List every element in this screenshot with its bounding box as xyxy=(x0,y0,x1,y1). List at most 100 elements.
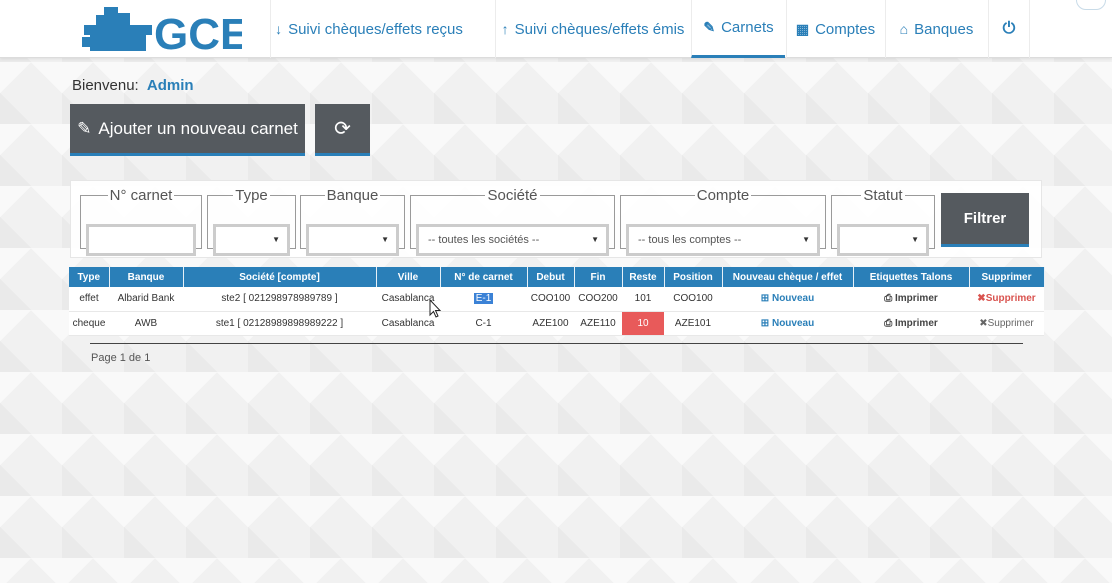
table-row[interactable]: effet Albarid Bank ste2 [ 02129897898978… xyxy=(69,287,1044,312)
book-icon: ✎ xyxy=(703,19,716,35)
nav-comptes[interactable]: ▦ Comptes xyxy=(786,0,884,58)
print-link[interactable]: ⎙ Imprimer xyxy=(884,318,938,329)
add-carnet-label: Ajouter un nouveau carnet xyxy=(98,118,298,138)
new-cheque-label: Nouveau xyxy=(771,317,815,329)
delete-label: Supprimer xyxy=(987,317,1034,329)
refresh-button[interactable]: ⟳ xyxy=(315,104,370,156)
cell-reste: 101 xyxy=(622,287,664,312)
col-header: Nouveau chèque / effet xyxy=(722,267,854,287)
nav-banques[interactable]: ⌂ Banques xyxy=(885,0,987,58)
cell-imprimer: ⎙ Imprimer xyxy=(853,311,969,336)
cell-type: cheque xyxy=(69,311,109,336)
col-header[interactable]: Position xyxy=(664,267,723,287)
table-divider xyxy=(90,343,1023,344)
cell-debut: AZE100 xyxy=(527,311,574,336)
filter-type: Type xyxy=(207,187,296,256)
col-header[interactable]: Reste xyxy=(622,267,665,287)
filter-statut-legend: Statut xyxy=(863,187,903,204)
banque-select[interactable] xyxy=(306,224,399,256)
cell-supprimer: ✖Supprimer xyxy=(969,311,1044,336)
print-icon: ⎙ xyxy=(884,317,895,329)
new-cheque-link[interactable]: ⊞ Nouveau xyxy=(761,318,814,329)
nav-suivi-recus[interactable]: ↓ Suivi chèques/effets reçus xyxy=(270,0,467,58)
cell-carnet: C-1 xyxy=(440,311,527,336)
statut-select[interactable] xyxy=(837,224,929,256)
cell-carnet: E-1 xyxy=(440,287,527,312)
filter-type-legend: Type xyxy=(235,187,268,204)
arrow-down-icon: ↓ xyxy=(275,21,283,37)
filter-societe: Société -- toutes les sociétés -- xyxy=(410,187,615,256)
carnets-table: Type Banque Société [compte] Ville N° de… xyxy=(69,267,1045,336)
filter-banque: Banque xyxy=(300,187,405,256)
cell-debut: COO100 xyxy=(527,287,574,312)
filter-carnet-legend: N° carnet xyxy=(109,187,173,204)
nav-label: Suivi chèques/effets émis xyxy=(514,20,685,38)
power-icon: ⏻ xyxy=(1002,20,1016,37)
close-icon: ✖ xyxy=(977,293,986,305)
cell-societe: ste2 [ 021298978989789 ] xyxy=(183,287,376,312)
col-header[interactable]: N° de carnet xyxy=(440,267,528,287)
cell-banque: AWB xyxy=(109,311,183,336)
cell-banque: Albarid Bank xyxy=(109,287,183,312)
col-header[interactable]: Ville xyxy=(376,267,441,287)
arrow-up-icon: ↑ xyxy=(501,21,509,37)
print-label: Imprimer xyxy=(894,293,938,305)
filter-carnet: N° carnet xyxy=(80,187,202,256)
type-select[interactable] xyxy=(213,224,290,256)
cell-fin: COO200 xyxy=(574,287,622,312)
carnet-input[interactable] xyxy=(86,224,196,256)
logo-text: GCE xyxy=(154,10,242,55)
col-header: Supprimer xyxy=(969,267,1045,287)
col-header[interactable]: Debut xyxy=(527,267,575,287)
cell-imprimer: ⎙ Imprimer xyxy=(853,287,969,312)
print-link[interactable]: ⎙ Imprimer xyxy=(884,293,938,304)
new-cheque-link[interactable]: ⊞ Nouveau xyxy=(761,293,814,304)
gce-logo[interactable]: GCE xyxy=(82,5,242,55)
delete-link[interactable]: ✖Supprimer xyxy=(977,293,1035,304)
nav-carnets[interactable]: ✎ Carnets xyxy=(691,0,785,58)
cell-position: COO100 xyxy=(664,287,722,312)
filter-societe-legend: Société xyxy=(487,187,538,204)
filter-banque-legend: Banque xyxy=(326,187,379,204)
ledger-icon: ▦ xyxy=(795,20,810,37)
pagination-info: Page 1 de 1 xyxy=(91,352,151,364)
cell-nouveau: ⊞ Nouveau xyxy=(722,311,853,336)
logout-button[interactable]: ⏻ xyxy=(988,0,1030,58)
nav-label: Suivi chèques/effets reçus xyxy=(288,20,463,38)
col-header[interactable]: Banque xyxy=(109,267,184,287)
close-icon: ✖ xyxy=(979,317,988,329)
delete-label: Supprimer xyxy=(985,293,1036,305)
cell-societe: ste1 [ 02128989898989222 ] xyxy=(183,311,376,336)
nav-label: Carnets xyxy=(721,19,774,36)
col-header[interactable]: Fin xyxy=(574,267,623,287)
extra-toggle[interactable] xyxy=(1076,0,1106,10)
edit-icon: ✎ xyxy=(77,118,92,138)
refresh-icon: ⟳ xyxy=(334,118,351,140)
cell-reste-warning: 10 xyxy=(622,311,664,336)
top-navbar: GCE ↓ Suivi chèques/effets reçus ↑ Suivi… xyxy=(0,0,1112,58)
compte-select[interactable]: -- tous les comptes -- xyxy=(626,224,820,256)
welcome-line: Bienvenu: Admin xyxy=(72,77,194,94)
table-header-row: Type Banque Société [compte] Ville N° de… xyxy=(69,267,1045,287)
col-header[interactable]: Type xyxy=(69,267,110,287)
nav-label: Banques xyxy=(914,20,974,38)
add-carnet-button[interactable]: ✎ Ajouter un nouveau carnet xyxy=(70,104,305,156)
cell-nouveau: ⊞ Nouveau xyxy=(722,287,853,312)
delete-link[interactable]: ✖Supprimer xyxy=(979,318,1034,329)
col-header[interactable]: Société [compte] xyxy=(183,267,377,287)
print-label: Imprimer xyxy=(894,317,938,329)
filter-button[interactable]: Filtrer xyxy=(941,193,1029,247)
nav-suivi-emis[interactable]: ↑ Suivi chèques/effets émis xyxy=(495,0,690,58)
bank-icon: ⌂ xyxy=(899,21,909,37)
table-row[interactable]: cheque AWB ste1 [ 02128989898989222 ] Ca… xyxy=(69,311,1044,336)
cell-type: effet xyxy=(69,287,109,312)
plus-square-icon: ⊞ xyxy=(760,293,772,305)
filter-statut: Statut xyxy=(831,187,935,256)
welcome-label: Bienvenu: xyxy=(72,77,139,94)
cell-supprimer: ✖Supprimer xyxy=(969,287,1044,312)
mouse-cursor-icon xyxy=(429,299,442,318)
carnet-selected-text: E-1 xyxy=(473,293,494,305)
welcome-user[interactable]: Admin xyxy=(147,77,194,94)
societe-select[interactable]: -- toutes les sociétés -- xyxy=(416,224,609,256)
col-header: Etiquettes Talons xyxy=(853,267,970,287)
